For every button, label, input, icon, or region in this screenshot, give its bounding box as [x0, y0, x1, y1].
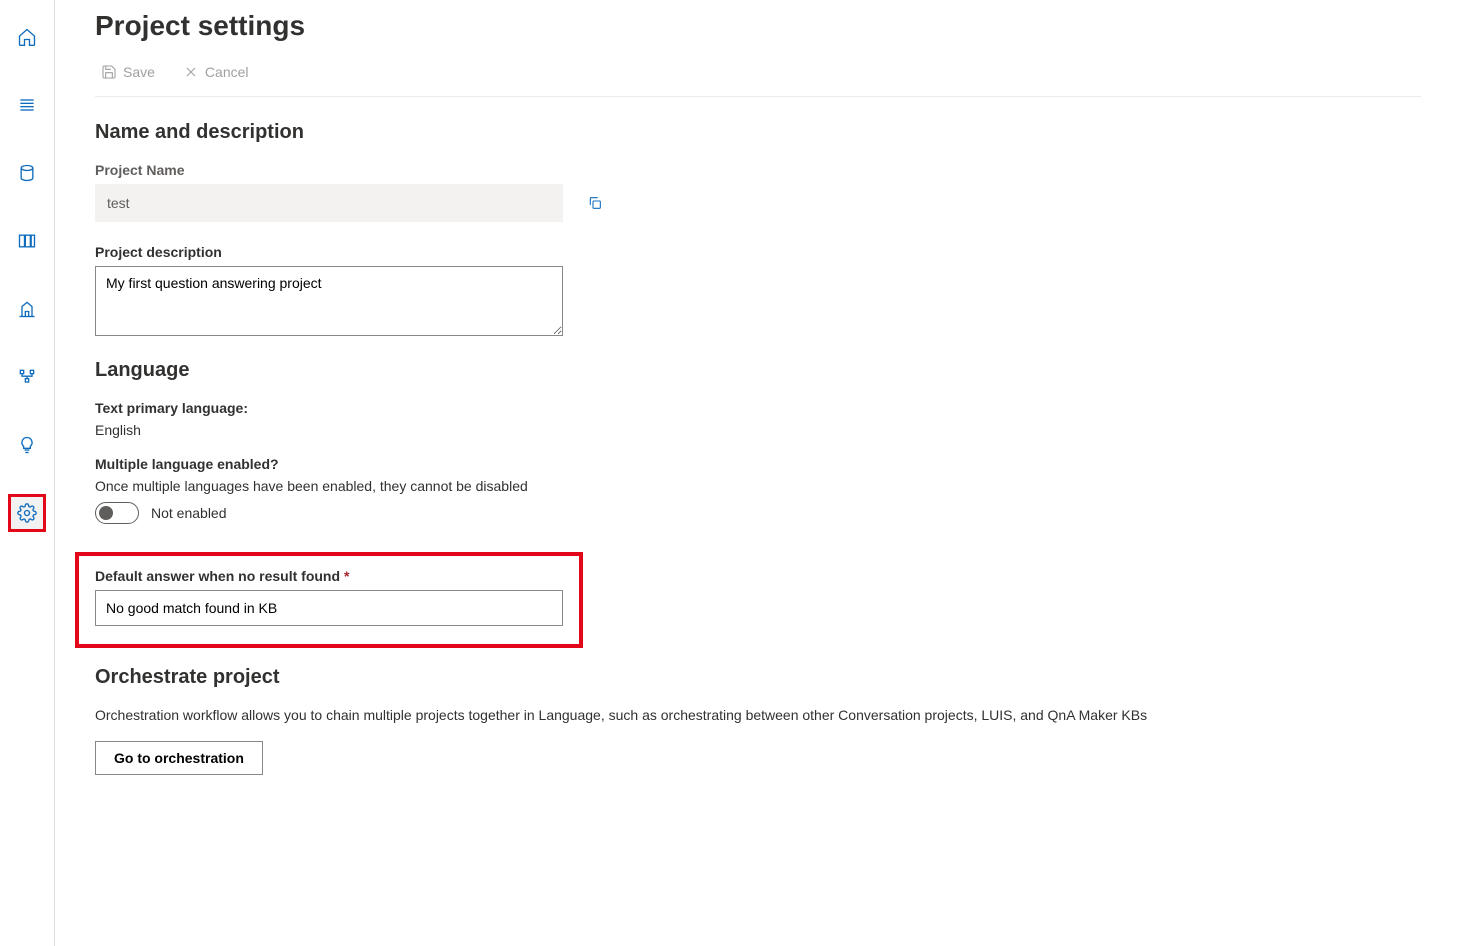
database-icon[interactable] [8, 154, 46, 192]
section-language: Language [95, 359, 1421, 382]
cancel-button-label: Cancel [205, 64, 249, 80]
lightbulb-icon[interactable] [8, 426, 46, 464]
main-content: Project settings Save Cancel Name and de… [55, 0, 1461, 946]
primary-language-label: Text primary language: [95, 400, 1421, 416]
page-title: Project settings [95, 10, 1421, 42]
toolbar: Save Cancel [95, 60, 1421, 97]
multi-language-toggle-label: Not enabled [151, 505, 227, 521]
settings-icon[interactable] [8, 494, 46, 532]
required-indicator: * [344, 568, 349, 584]
save-button[interactable]: Save [95, 60, 161, 84]
sidebar [0, 0, 55, 946]
building-icon[interactable] [8, 290, 46, 328]
multi-language-help: Once multiple languages have been enable… [95, 478, 1421, 494]
home-icon[interactable] [8, 18, 46, 56]
default-answer-input[interactable] [95, 590, 563, 626]
orchestrate-desc: Orchestration workflow allows you to cha… [95, 707, 1421, 723]
project-name-label: Project Name [95, 162, 1421, 178]
save-button-label: Save [123, 64, 155, 80]
network-icon[interactable] [8, 358, 46, 396]
primary-language-value: English [95, 422, 1421, 438]
section-orchestrate: Orchestrate project [95, 666, 1421, 689]
section-name-desc: Name and description [95, 121, 1421, 144]
list-icon[interactable] [8, 86, 46, 124]
multi-language-label: Multiple language enabled? [95, 456, 1421, 472]
cancel-button[interactable]: Cancel [177, 60, 255, 84]
library-icon[interactable] [8, 222, 46, 260]
project-desc-label: Project description [95, 244, 1421, 260]
copy-button[interactable] [581, 189, 609, 217]
default-answer-label: Default answer when no result found* [95, 568, 563, 584]
save-icon [101, 64, 117, 80]
project-desc-input[interactable] [95, 266, 563, 336]
multi-language-toggle[interactable] [95, 502, 139, 524]
default-answer-highlight: Default answer when no result found* [75, 552, 583, 648]
close-icon [183, 64, 199, 80]
go-to-orchestration-button[interactable]: Go to orchestration [95, 741, 263, 775]
copy-icon [587, 194, 603, 212]
project-name-input[interactable] [95, 184, 563, 222]
